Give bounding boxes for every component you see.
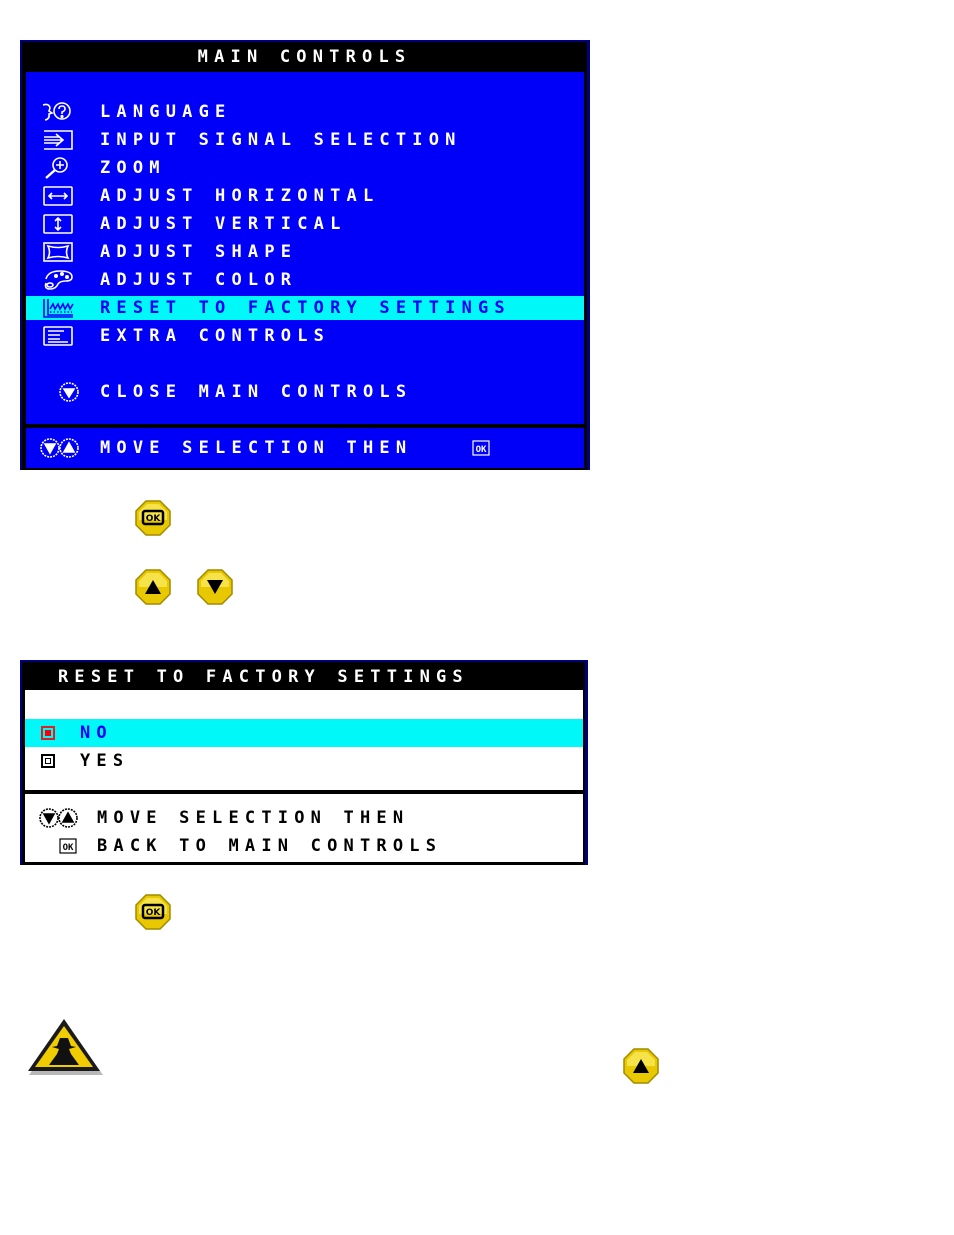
menu-item-label: ADJUST SHAPE [100, 242, 298, 262]
menu-item-language[interactable]: LANGUAGE [26, 100, 584, 124]
factory-icon [43, 299, 74, 318]
svg-text:OK: OK [63, 843, 74, 853]
menu-item-label: INPUT SIGNAL SELECTION [100, 130, 462, 150]
up-button-icon [623, 1048, 659, 1084]
menu-item-zoom[interactable]: ZOOM [26, 156, 584, 180]
up-button-icon [135, 569, 171, 605]
down-up-circle-icons [40, 438, 79, 458]
reset-factory-settings-panel: RESET TO FACTORY SETTINGS NO YES MOVE SE… [20, 660, 588, 865]
unselected-radio-icon [41, 754, 55, 768]
warning-icon [28, 1019, 103, 1075]
down-circle-icon [59, 382, 79, 402]
footer-hint-label: BACK TO MAIN CONTROLS [97, 836, 443, 856]
menu-item-label: ADJUST HORIZONTAL [100, 186, 380, 206]
menu-item-label: ADJUST COLOR [100, 270, 298, 290]
reset-panel-footer: MOVE SELECTION THEN OK BACK TO MAIN CONT… [25, 794, 583, 862]
footer-hint-label: MOVE SELECTION THEN [97, 808, 410, 828]
menu-item-input-signal-selection[interactable]: INPUT SIGNAL SELECTION [26, 128, 584, 152]
input-signal-icon [44, 130, 73, 150]
menu-item-reset-to-factory-settings[interactable]: RESET TO FACTORY SETTINGS [26, 296, 584, 320]
menu-item-label: EXTRA CONTROLS [100, 326, 331, 346]
vertical-arrows-icon [43, 214, 73, 234]
menu-item-adjust-vertical[interactable]: ADJUST VERTICAL [26, 212, 584, 236]
close-main-controls-item[interactable]: CLOSE MAIN CONTROLS [26, 380, 584, 404]
ok-button-icon: OK [135, 894, 171, 930]
main-controls-title: MAIN CONTROLS [197, 47, 412, 67]
down-up-circle-icons [39, 808, 78, 828]
main-controls-footer: MOVE SELECTION THEN OK [26, 428, 584, 468]
ok-button-icon: OK [135, 500, 171, 536]
extra-controls-icon [43, 326, 73, 346]
shape-icon [43, 242, 73, 262]
language-icon [42, 102, 71, 121]
down-button-icon [197, 569, 233, 605]
menu-item-label: ZOOM [100, 158, 166, 178]
selected-radio-icon [41, 726, 55, 740]
main-controls-panel: MAIN CONTROLS LANGUAGE INPUT SIGNAL SELE… [20, 40, 590, 470]
option-yes[interactable]: YES [25, 747, 583, 775]
footer-hint-label: MOVE SELECTION THEN [100, 438, 413, 458]
horizontal-arrows-icon [43, 186, 73, 206]
ok-box-icon: OK [59, 838, 77, 854]
reset-options: NO YES [25, 690, 583, 790]
menu-item-adjust-horizontal[interactable]: ADJUST HORIZONTAL [26, 184, 584, 208]
option-label: YES [80, 751, 130, 771]
svg-text:OK: OK [146, 514, 162, 524]
menu-item-label: LANGUAGE [100, 102, 232, 122]
option-no[interactable]: NO [25, 719, 583, 747]
main-controls-menu: LANGUAGE INPUT SIGNAL SELECTION ZOOM ADJ… [26, 72, 584, 424]
menu-item-extra-controls[interactable]: EXTRA CONTROLS [26, 324, 584, 348]
menu-item-label: RESET TO FACTORY SETTINGS [100, 298, 511, 318]
palette-icon [44, 270, 73, 290]
zoom-icon [45, 157, 68, 179]
close-main-controls-label: CLOSE MAIN CONTROLS [100, 382, 413, 402]
reset-panel-title: RESET TO FACTORY SETTINGS [58, 667, 469, 687]
svg-text:OK: OK [146, 908, 162, 918]
ok-box-icon: OK [472, 440, 490, 456]
option-label: NO [80, 723, 113, 743]
menu-item-label: ADJUST VERTICAL [100, 214, 347, 234]
svg-text:OK: OK [476, 445, 487, 455]
menu-item-adjust-shape[interactable]: ADJUST SHAPE [26, 240, 584, 264]
menu-item-adjust-color[interactable]: ADJUST COLOR [26, 268, 584, 292]
